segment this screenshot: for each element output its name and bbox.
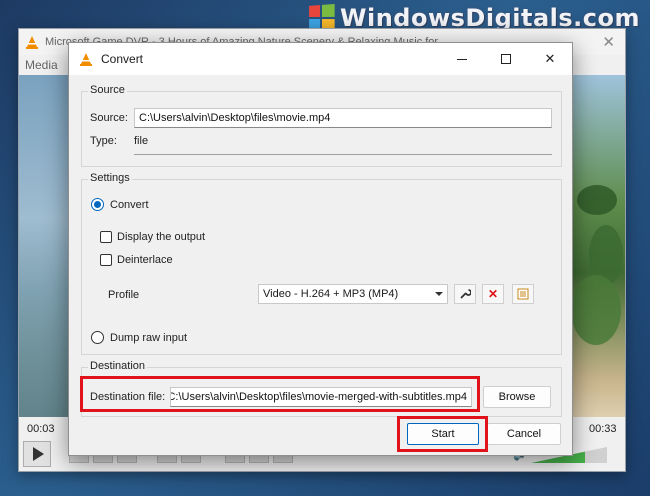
source-group: Source Source: C:\Users\alvin\Desktop\fi… bbox=[81, 84, 562, 167]
close-button[interactable]: ✕ bbox=[528, 43, 572, 75]
play-button[interactable] bbox=[23, 441, 51, 467]
play-icon bbox=[33, 447, 44, 461]
profile-select[interactable]: Video - H.264 + MP3 (MP4) bbox=[258, 284, 448, 304]
maximize-icon bbox=[501, 54, 511, 64]
vlc-cone-icon bbox=[26, 36, 38, 49]
dialog-title: Convert bbox=[101, 52, 144, 66]
cancel-button[interactable]: Cancel bbox=[487, 423, 561, 445]
menu-media[interactable]: Media bbox=[25, 58, 58, 72]
minimize-button[interactable] bbox=[440, 43, 484, 75]
maximize-button[interactable] bbox=[484, 43, 528, 75]
start-highlight bbox=[397, 416, 488, 452]
type-label: Type: bbox=[90, 135, 117, 147]
dump-raw-label[interactable]: Dump raw input bbox=[110, 332, 187, 344]
profile-select-value: Video - H.264 + MP3 (MP4) bbox=[263, 288, 399, 300]
source-divider bbox=[134, 154, 552, 155]
type-value: file bbox=[134, 135, 149, 147]
deinterlace-checkbox[interactable] bbox=[100, 254, 112, 266]
destination-group-label: Destination bbox=[88, 360, 148, 372]
settings-group-label: Settings bbox=[88, 172, 132, 184]
delete-profile-button[interactable]: ✕ bbox=[482, 284, 504, 304]
destination-highlight bbox=[80, 376, 480, 412]
browse-button[interactable]: Browse bbox=[483, 386, 551, 408]
convert-radio[interactable] bbox=[91, 198, 104, 211]
vlc-close-icon[interactable]: ✕ bbox=[602, 33, 615, 51]
total-time: 00:33 bbox=[589, 423, 617, 435]
delete-icon: ✕ bbox=[487, 287, 499, 301]
vlc-cone-icon bbox=[80, 53, 92, 66]
edit-profile-button[interactable] bbox=[454, 284, 476, 304]
window-buttons: ✕ bbox=[440, 43, 572, 75]
source-field[interactable]: C:\Users\alvin\Desktop\files\movie.mp4 bbox=[134, 108, 552, 128]
profile-label: Profile bbox=[108, 289, 140, 301]
convert-label[interactable]: Convert bbox=[110, 199, 149, 211]
chevron-down-icon bbox=[435, 292, 443, 296]
settings-group: Settings Convert Display the output Dein… bbox=[81, 172, 562, 355]
dump-raw-radio[interactable] bbox=[91, 331, 104, 344]
new-profile-icon bbox=[517, 288, 529, 300]
minimize-icon bbox=[457, 58, 467, 60]
source-label: Source: bbox=[90, 112, 128, 124]
new-profile-button[interactable] bbox=[512, 284, 534, 304]
wrench-icon bbox=[460, 289, 471, 299]
deinterlace-label[interactable]: Deinterlace bbox=[117, 254, 173, 266]
source-group-label: Source bbox=[88, 84, 127, 96]
display-output-label[interactable]: Display the output bbox=[117, 231, 205, 243]
video-scene-right bbox=[569, 75, 625, 435]
close-icon: ✕ bbox=[544, 51, 556, 66]
elapsed-time: 00:03 bbox=[27, 423, 55, 435]
display-output-checkbox[interactable] bbox=[100, 231, 112, 243]
